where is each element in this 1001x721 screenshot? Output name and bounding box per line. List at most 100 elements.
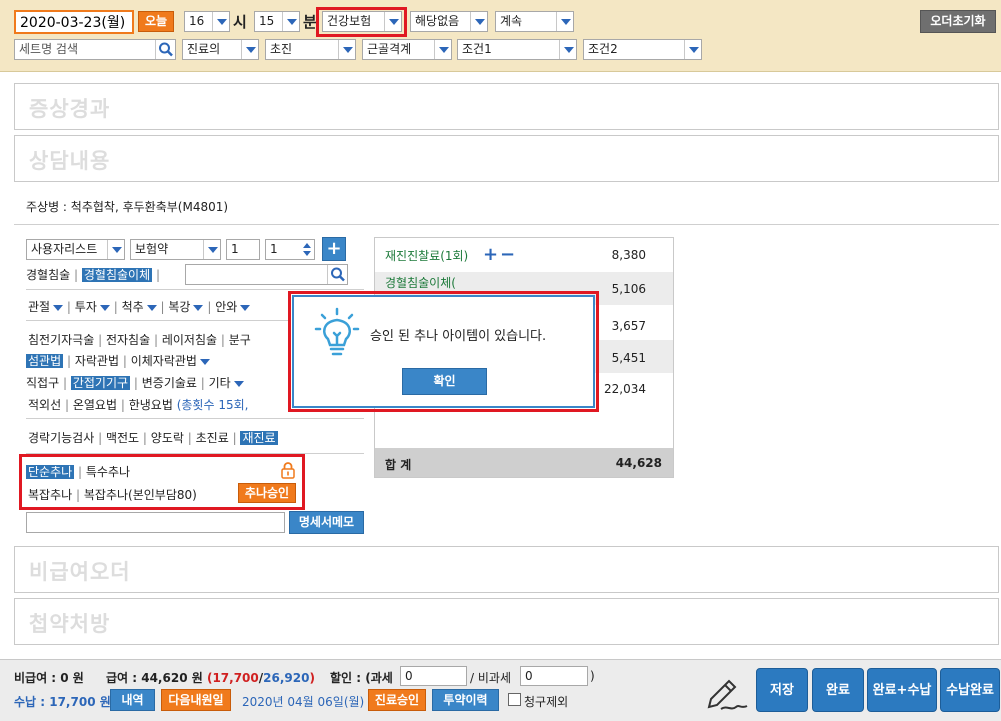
date-field[interactable]: 2020-03-23(월) xyxy=(14,10,134,34)
total-label: 합 계 xyxy=(385,458,412,472)
fee-row-name: 경혈침술이체( xyxy=(385,276,456,290)
next-visit-date: 2020년 04월 06일(월) xyxy=(242,695,365,709)
chuna-complex2-item[interactable]: 복잡추나(본인부담80) xyxy=(84,488,197,502)
chuna-row-1: 단순추나 | 특수추나 xyxy=(26,465,131,479)
alert-dialog: 승인 된 추나 아이템이 있습니다. 확인 xyxy=(292,295,595,408)
pay-total: 급여 : 44,620 원 (17,700/26,920) xyxy=(106,671,315,685)
treatment-item[interactable]: 한냉요법 xyxy=(129,398,173,412)
exam-item[interactable]: 경락기능검사 xyxy=(28,431,94,445)
treatment-item[interactable]: 자락관법 xyxy=(75,354,119,368)
complete-receive-button[interactable]: 완료+수납 xyxy=(867,668,937,712)
chevron-down-icon xyxy=(193,304,204,311)
chuna-simple-item[interactable]: 단순추나 xyxy=(26,465,75,479)
quantity-stepper[interactable]: 1 xyxy=(265,239,315,260)
insurance-select[interactable]: 건강보험 xyxy=(322,11,402,32)
chuna-complex-item[interactable]: 복잡추나 xyxy=(28,488,72,502)
condition1-select[interactable]: 조건1 xyxy=(457,39,577,60)
exam-item[interactable]: 재진료 xyxy=(240,431,278,445)
set-search-input[interactable]: 세트명 검색 xyxy=(14,39,176,60)
treatment-item[interactable]: 레이저침술 xyxy=(162,333,217,347)
cat-abdomen[interactable]: 복강 xyxy=(168,300,204,314)
acupuncture-search-input[interactable] xyxy=(185,264,348,285)
treatment-item[interactable]: 직접구 xyxy=(26,376,59,390)
dialog-message: 승인 된 추나 아이템이 있습니다. xyxy=(370,329,547,344)
reset-order-button[interactable]: 오더초기화 xyxy=(920,10,996,33)
quantity-input-1[interactable]: 1 xyxy=(226,239,260,260)
body-select[interactable]: 근골격계 xyxy=(362,39,452,60)
minute-select[interactable]: 15 xyxy=(254,11,300,32)
chevron-down-icon xyxy=(199,358,210,365)
doctor-select[interactable]: 진료의 xyxy=(182,39,259,60)
treatment-row-4: 적외선 | 온열요법 | 한냉요법 (총횟수 15회, xyxy=(28,398,249,412)
treatment-item[interactable]: 기타 xyxy=(209,376,244,390)
drug-select[interactable]: 보험약 xyxy=(130,239,221,260)
treatment-item[interactable]: 분구 xyxy=(229,333,251,347)
total-amount: 44,628 xyxy=(615,456,662,470)
exam-item[interactable]: 양도락 xyxy=(151,431,184,445)
chevron-down-icon xyxy=(233,380,244,387)
cat-spine[interactable]: 척추 xyxy=(122,300,157,314)
hour-select[interactable]: 16 xyxy=(184,11,230,32)
treatment-item[interactable]: 간접기기구 xyxy=(70,376,131,390)
plus-icon[interactable]: + xyxy=(483,244,498,265)
exam-row: 경락기능검사 | 맥전도 | 양도락 | 초진료 | 재진료 xyxy=(28,431,278,445)
today-button[interactable]: 오늘 xyxy=(138,11,174,32)
chuna-approve-button[interactable]: 추나승인 xyxy=(238,483,296,503)
special-select[interactable]: 해당없음 xyxy=(410,11,488,32)
total-count-note: (총횟수 15회, xyxy=(176,398,249,412)
minute-unit: 분 xyxy=(303,13,317,31)
treatment-approve-button[interactable]: 진료승인 xyxy=(368,689,426,711)
acupuncture-item[interactable]: 경혈침술 xyxy=(26,268,70,282)
medication-history-button[interactable]: 투약이력 xyxy=(432,689,499,711)
stepper-arrows-icon[interactable] xyxy=(302,242,312,257)
memo-input[interactable] xyxy=(26,512,285,533)
statement-memo-button[interactable]: 명세서메모 xyxy=(289,511,364,534)
treatment-item[interactable]: 온열요법 xyxy=(73,398,117,412)
treatment-item[interactable]: 섬관법 xyxy=(26,354,64,368)
treatment-row-3: 직접구 | 간접기기구 | 변증기술료 | 기타 xyxy=(26,374,244,391)
exclude-claim-checkbox[interactable] xyxy=(508,693,521,706)
discount-label: 할인 : (과세 xyxy=(330,671,393,685)
treatment-item[interactable]: 변증기술료 xyxy=(142,376,197,390)
receive-complete-button[interactable]: 수납완료 xyxy=(940,668,1000,712)
cat-tupja[interactable]: 투자 xyxy=(75,300,110,314)
acupuncture-multi-item[interactable]: 경혈침술이체 xyxy=(81,268,153,282)
divider xyxy=(26,289,364,290)
treatment-item[interactable]: 이체자락관법 xyxy=(131,354,210,368)
lock-icon xyxy=(281,461,295,482)
detail-button[interactable]: 내역 xyxy=(110,689,155,711)
save-button[interactable]: 저장 xyxy=(756,668,808,712)
treatment-item[interactable]: 적외선 xyxy=(28,398,61,412)
nonpay-order-panel[interactable]: 비급여오더 xyxy=(14,546,999,593)
treatment-item[interactable]: 침전기자극술 xyxy=(28,333,94,347)
next-visit-button[interactable]: 다음내원일 xyxy=(161,689,231,711)
discount-tax-input[interactable]: 0 xyxy=(400,666,467,686)
add-button[interactable]: + xyxy=(322,237,346,261)
treatment-item[interactable]: 전자침술 xyxy=(106,333,150,347)
treatment-row-2: 섬관법 | 자락관법 | 이체자락관법 xyxy=(26,352,210,369)
exam-item[interactable]: 초진료 xyxy=(196,431,229,445)
cat-joint[interactable]: 관절 xyxy=(28,300,64,314)
chuna-row-2: 복잡추나 | 복잡추나(본인부담80) xyxy=(28,488,197,502)
list-select[interactable]: 사용자리스트 xyxy=(26,239,125,260)
signature-pen-icon[interactable] xyxy=(703,669,749,716)
search-icon[interactable] xyxy=(155,40,175,59)
consult-panel[interactable]: 상담내용 xyxy=(14,135,999,182)
chevron-down-icon xyxy=(240,304,251,311)
condition2-select[interactable]: 조건2 xyxy=(583,39,702,60)
symptom-panel[interactable]: 증상경과 xyxy=(14,83,999,130)
ok-button[interactable]: 확인 xyxy=(402,368,487,395)
exam-select[interactable]: 초진 xyxy=(265,39,356,60)
cat-other[interactable]: 안와 xyxy=(215,300,251,314)
discount-notax-input[interactable]: 0 xyxy=(520,666,588,686)
discount-end: ) xyxy=(590,669,595,683)
complete-button[interactable]: 완료 xyxy=(812,668,864,712)
search-icon[interactable] xyxy=(327,265,347,284)
minus-icon[interactable]: − xyxy=(500,244,515,265)
visit-type-select[interactable]: 계속 xyxy=(495,11,574,32)
chuna-special-item[interactable]: 특수추나 xyxy=(86,465,130,479)
divider xyxy=(26,418,364,419)
nonpay-total: 비급여 : 0 원 xyxy=(14,671,84,685)
exam-item[interactable]: 맥전도 xyxy=(106,431,139,445)
herbal-prescription-panel[interactable]: 첩약처방 xyxy=(14,598,999,645)
